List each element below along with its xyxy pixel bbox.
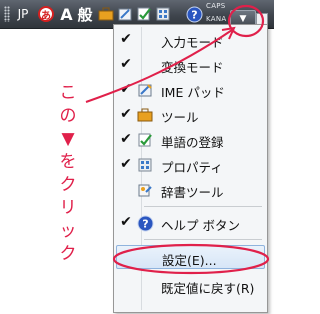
pad-icon[interactable] <box>116 4 134 24</box>
conversion-mode-button[interactable]: 般 <box>74 4 96 24</box>
ime-glyph: あ <box>38 6 54 22</box>
menu-item-properties[interactable]: ✔ プロパティ <box>116 153 265 177</box>
menu-item-dictionary-tool[interactable]: 辞書ツール <box>116 178 265 202</box>
ime-pad-icon <box>136 81 154 99</box>
menu-separator <box>144 206 262 207</box>
menu-item-register-word[interactable]: ✔ 単語の登録 <box>116 128 265 152</box>
annotation-text: この▼をクリック <box>59 83 77 264</box>
help-icon: ? <box>136 214 154 232</box>
check-icon: ✔ <box>120 106 132 122</box>
menu-item-help-button[interactable]: ✔ ? ヘルプ ボタン <box>116 211 265 235</box>
drag-handle[interactable] <box>4 6 10 22</box>
menu-item-label: ツール <box>161 110 199 125</box>
menu-item-settings[interactable]: 設定(E)... <box>116 245 265 269</box>
menu-item-label: 入力モード <box>161 35 224 50</box>
properties-icon <box>136 156 154 174</box>
menu-item-conversion-mode[interactable]: ✔ 変換モード <box>116 53 265 77</box>
menu-item-label: IME パッド <box>161 85 225 100</box>
menu-item-label: ヘルプ ボタン <box>161 218 240 233</box>
ime-icon[interactable]: あ <box>36 4 56 24</box>
toolbox-icon[interactable] <box>97 4 115 24</box>
kana-lock-indicator: KANA <box>206 15 227 23</box>
options-menu: ✔ 入力モード ✔ 変換モード ✔ IME パッド ✔ ツール ✔ 単語の登録 … <box>113 24 268 313</box>
menu-item-label: 変換モード <box>161 60 224 75</box>
properties-icon[interactable] <box>154 4 172 24</box>
menu-item-label: 単語の登録 <box>161 135 224 150</box>
check-icon: ✔ <box>120 131 132 147</box>
check-icon: ✔ <box>120 214 132 230</box>
svg-text:?: ? <box>191 8 197 21</box>
toolbox-icon <box>136 106 154 124</box>
menu-item-label: 既定値に戻す(R) <box>161 281 255 296</box>
menu-separator <box>144 239 262 240</box>
register-word-icon <box>136 131 154 149</box>
menu-item-ime-pad[interactable]: ✔ IME パッド <box>116 78 265 102</box>
check-icon: ✔ <box>120 31 132 47</box>
check-icon: ✔ <box>120 156 132 172</box>
menu-item-label: 設定(E)... <box>162 253 217 268</box>
menu-item-input-mode[interactable]: ✔ 入力モード <box>116 28 265 52</box>
register-word-icon[interactable] <box>135 4 153 24</box>
check-icon: ✔ <box>120 56 132 72</box>
menu-item-restore-defaults[interactable]: 既定値に戻す(R) <box>116 274 265 298</box>
menu-item-tools[interactable]: ✔ ツール <box>116 103 265 127</box>
menu-item-label: プロパティ <box>161 160 223 175</box>
menu-item-label: 辞書ツール <box>161 185 224 200</box>
dictionary-tool-icon <box>136 181 154 199</box>
input-mode-button[interactable]: A <box>59 4 74 24</box>
language-indicator[interactable]: JP <box>11 4 35 24</box>
help-icon[interactable]: ? <box>185 4 203 24</box>
check-icon: ✔ <box>120 81 132 97</box>
svg-text:?: ? <box>142 217 148 230</box>
chevron-down-icon: ▼ <box>239 13 247 24</box>
caps-lock-indicator: CAPS <box>206 2 226 10</box>
